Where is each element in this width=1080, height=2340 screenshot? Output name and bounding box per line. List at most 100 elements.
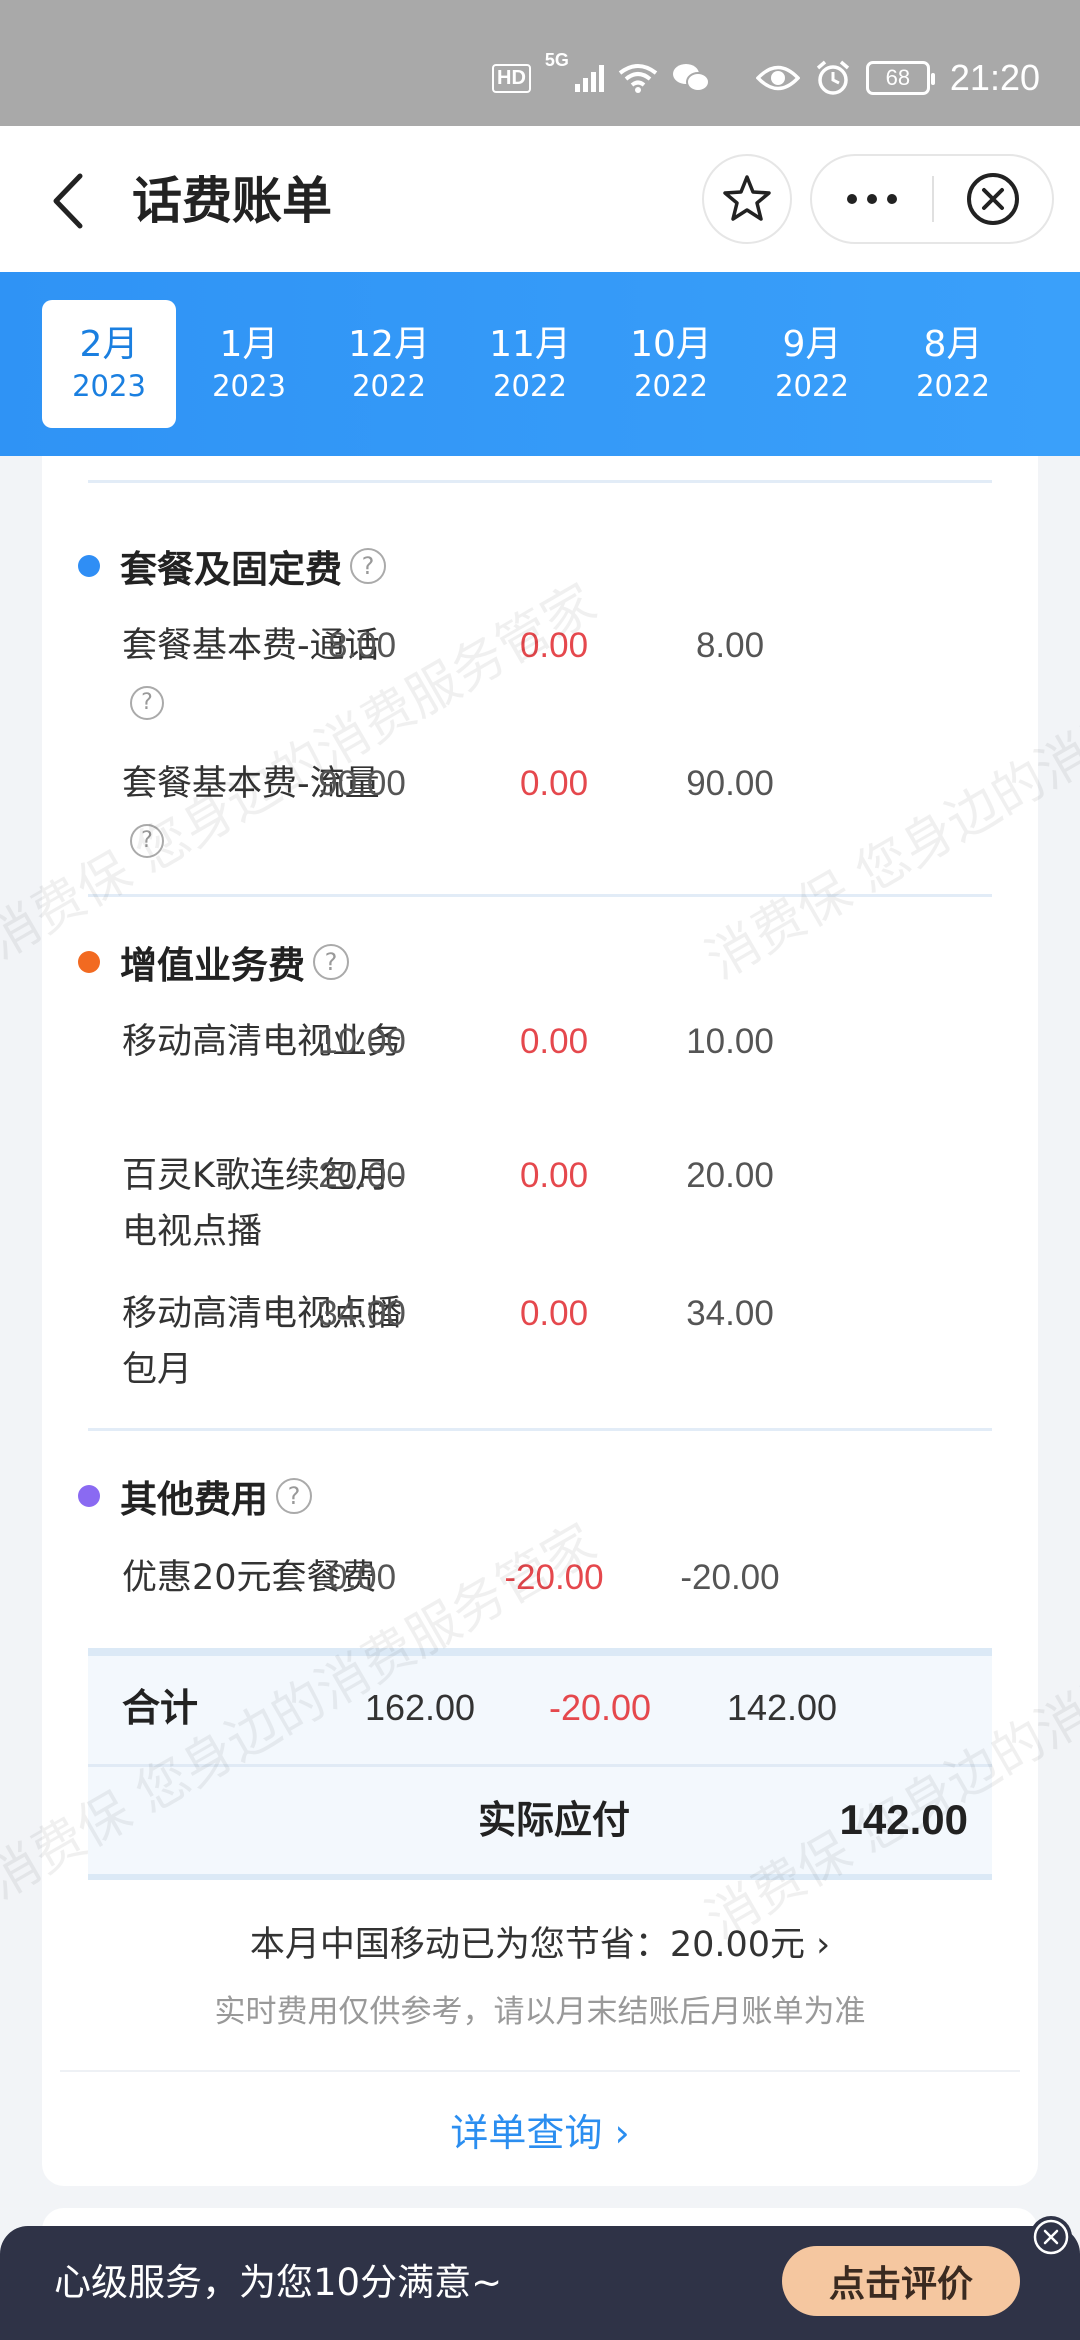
tab-year-label: 2023: [212, 369, 286, 403]
battery-icon: 68: [865, 61, 935, 95]
fee-payable: 90.00: [686, 764, 774, 803]
section-dot: [78, 1485, 100, 1507]
section-title: 其他费用: [120, 1478, 268, 1521]
saving-link[interactable]: 本月中国移动已为您节省：20.00元 ›: [42, 1916, 1038, 1967]
network-type: 5G: [544, 50, 569, 70]
total-label: 合计: [122, 1686, 199, 1730]
actual-payable-label: 实际应付: [478, 1798, 631, 1842]
total-amount: 162.00: [364, 1687, 476, 1728]
rate-button[interactable]: 点击评价: [782, 2246, 1020, 2316]
total-summary: 合计 162.00 -20.00 142.00 实际应付 142.00: [88, 1648, 992, 1880]
section-header: 其他费用 ?: [78, 1466, 312, 1526]
more-dot-icon: [887, 194, 897, 204]
section-dot: [78, 951, 100, 973]
fee-amount: 34.00: [318, 1294, 406, 1333]
fee-payable: 8.00: [695, 626, 765, 665]
fee-amount: 20.00: [318, 1156, 406, 1195]
tab-year-label: 2023: [72, 369, 146, 403]
alarm-icon: [816, 60, 850, 95]
tab-month-label: 1月: [219, 324, 279, 365]
page-title: 话费账单: [132, 172, 332, 230]
fee-discount: 0.00: [519, 1294, 589, 1333]
signal-icon: [574, 64, 604, 92]
tab-month[interactable]: 7 2: [1026, 300, 1080, 428]
tab-month-label: 10月: [630, 324, 712, 365]
tab-year-label: 2022: [775, 369, 849, 403]
more-dot-icon: [867, 194, 877, 204]
hd-icon: HD: [492, 63, 531, 93]
detail-query-link[interactable]: 详单查询 ›: [42, 2102, 1038, 2157]
total-payable: 142.00: [726, 1687, 838, 1728]
tab-month-label: 11月: [489, 324, 571, 365]
tab-year-label: 2022: [352, 369, 426, 403]
nav-bar: 话费账单: [0, 126, 1080, 272]
month-tabs: 2月 2023 1月 2023 12月 2022 11月 2022 10月 20…: [0, 272, 1080, 456]
total-discount: -20.00: [548, 1687, 652, 1728]
close-circle-icon: [967, 173, 1019, 225]
actual-payable-value: 142.00: [839, 1796, 968, 1843]
banner-close-button[interactable]: [1030, 2216, 1072, 2258]
tab-year-label: 2022: [916, 369, 990, 403]
divider: [88, 1874, 992, 1880]
help-icon[interactable]: ?: [313, 944, 349, 980]
tab-month[interactable]: 8月 2022: [886, 300, 1020, 428]
section-title: 增值业务费: [120, 944, 305, 987]
divider: [60, 2070, 1020, 2072]
fee-discount: 0.00: [519, 1156, 589, 1195]
back-button[interactable]: [40, 166, 100, 236]
disclaimer-note: 实时费用仅供参考，请以月末结账后月账单为准: [214, 1994, 866, 2030]
tab-month-label: 12月: [348, 324, 430, 365]
tab-month-label: 9月: [782, 324, 842, 365]
tab-month-label: 8月: [923, 324, 983, 365]
eye-icon: [755, 65, 800, 91]
tab-month[interactable]: 9月 2022: [745, 300, 879, 428]
section-header: 增值业务费 ?: [78, 932, 349, 992]
fee-payable: 20.00: [686, 1156, 774, 1195]
fee-amount: 10.00: [318, 1022, 406, 1061]
divider: [88, 894, 992, 897]
section-title: 套餐及固定费: [120, 548, 342, 591]
help-icon[interactable]: ?: [130, 686, 164, 720]
divider: [88, 480, 992, 483]
help-icon[interactable]: ?: [130, 824, 164, 858]
chevron-left-icon: [53, 173, 83, 229]
section-dot: [78, 555, 100, 577]
help-icon[interactable]: ?: [350, 548, 386, 584]
divider: [88, 1764, 992, 1767]
star-icon: [723, 175, 771, 221]
fee-discount: 0.00: [519, 1022, 589, 1061]
tab-month[interactable]: 1月 2023: [182, 300, 316, 428]
tab-month[interactable]: 10月 2022: [604, 300, 738, 428]
battery-level: 68: [885, 65, 911, 90]
fee-payable: 34.00: [686, 1294, 774, 1333]
fee-payable: 10.00: [686, 1022, 774, 1061]
close-button[interactable]: [934, 156, 1052, 242]
tab-month[interactable]: 2月 2023: [42, 300, 176, 428]
tab-year-label: 2022: [634, 369, 708, 403]
divider: [88, 1648, 992, 1656]
wifi-icon: [618, 64, 658, 93]
help-icon[interactable]: ?: [276, 1478, 312, 1514]
tab-month[interactable]: 11月 2022: [463, 300, 597, 428]
fee-discount: -20.00: [504, 1558, 604, 1597]
wechat-icon: [672, 64, 710, 92]
fee-amount: 90.00: [318, 764, 406, 803]
banner-text: 心级服务，为您10分满意~: [54, 2261, 503, 2304]
bill-card: 套餐及固定费 ? 套餐基本费-通话? 8.00 0.00 8.00 套餐基本费-…: [42, 456, 1038, 2186]
mini-program-capsule: [810, 154, 1054, 244]
close-circle-icon: [1033, 2219, 1069, 2255]
more-button[interactable]: [812, 156, 932, 242]
favorite-button[interactable]: [702, 154, 792, 244]
fee-amount: 0.00: [327, 1558, 397, 1597]
tab-year-label: 2022: [493, 369, 567, 403]
fee-discount: 0.00: [519, 626, 589, 665]
divider: [88, 1428, 992, 1431]
fee-amount: 8.00: [327, 626, 397, 665]
more-dot-icon: [847, 194, 857, 204]
fee-discount: 0.00: [519, 764, 589, 803]
section-header: 套餐及固定费 ?: [78, 536, 386, 596]
feedback-banner: 心级服务，为您10分满意~ 点击评价: [0, 2216, 1080, 2340]
tab-month[interactable]: 12月 2022: [322, 300, 456, 428]
status-bar: HD 5G 68 21:20: [0, 0, 1080, 126]
clock: 21:20: [949, 57, 1040, 98]
